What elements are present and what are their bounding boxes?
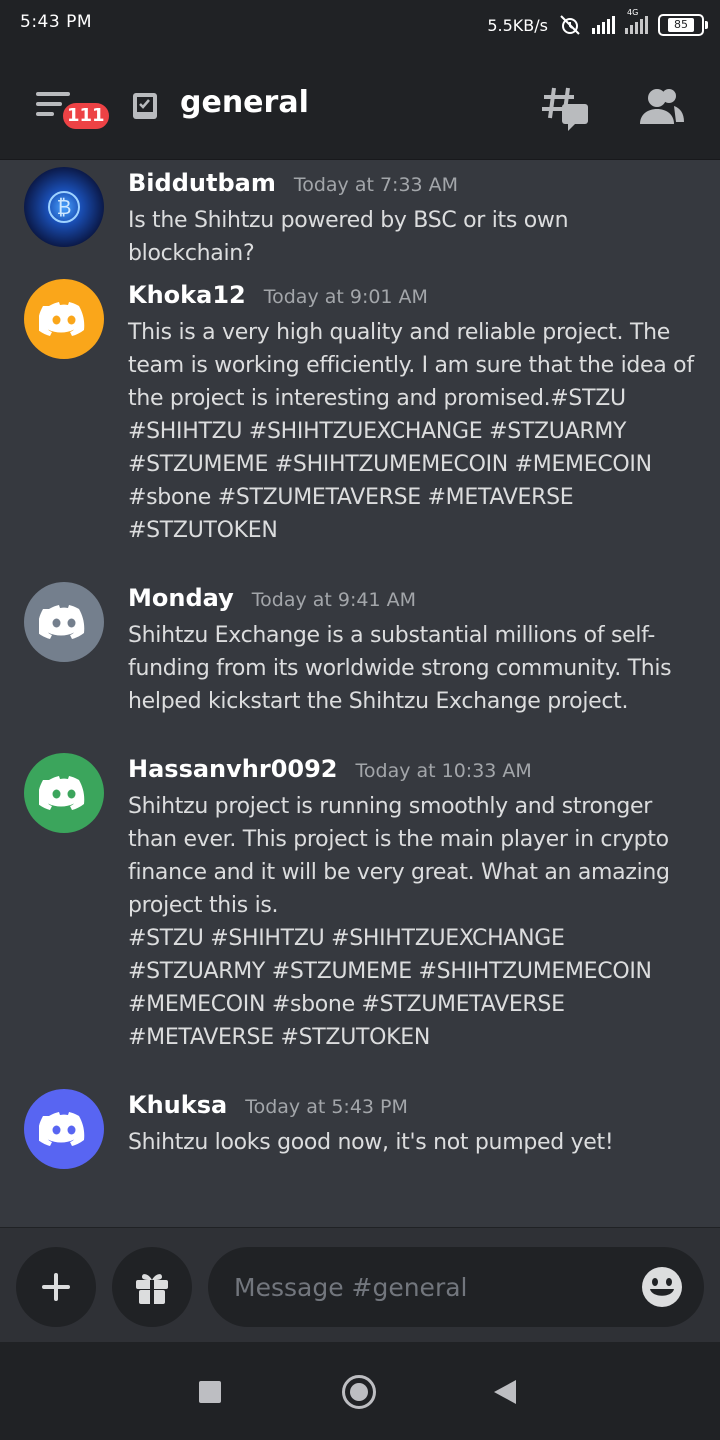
channel-header: 111 general — [0, 52, 720, 160]
username[interactable]: Khoka12 — [128, 281, 246, 309]
avatar[interactable] — [24, 582, 104, 662]
svg-text:₿: ₿ — [57, 195, 72, 219]
timestamp: Today at 10:33 AM — [355, 760, 532, 782]
avatar[interactable] — [24, 1089, 104, 1169]
rules-channel-icon — [133, 93, 157, 119]
message-composer — [0, 1227, 720, 1342]
channel-title: general — [180, 85, 309, 120]
signal-4g-icon: 4G — [625, 8, 648, 34]
message-list[interactable]: ₿ Biddutbam Today at 7:33 AM Is the Shih… — [0, 161, 720, 1227]
message-content: Shihtzu project is running smoothly and … — [128, 794, 670, 1050]
plus-icon — [42, 1273, 70, 1301]
discord-logo-icon — [39, 605, 85, 639]
username[interactable]: Khuksa — [128, 1091, 227, 1119]
timestamp: Today at 5:43 PM — [245, 1096, 408, 1118]
battery-level: 85 — [668, 18, 694, 32]
avatar[interactable] — [24, 279, 104, 359]
alarm-off-icon — [560, 15, 580, 35]
message-content: This is a very high quality and reliable… — [128, 320, 694, 543]
menu-button[interactable]: 111 — [36, 88, 112, 138]
timestamp: Today at 9:41 AM — [251, 589, 416, 611]
add-attachment-button[interactable] — [16, 1247, 96, 1327]
threads-icon — [542, 87, 588, 131]
message-input[interactable] — [208, 1247, 704, 1327]
home-button[interactable] — [342, 1375, 376, 1409]
timestamp: Today at 9:01 AM — [263, 286, 428, 308]
status-bar: 5:43 PM 5.5KB/s 4G 85 — [0, 0, 720, 52]
discord-logo-icon — [39, 302, 85, 336]
gift-icon — [136, 1274, 168, 1304]
members-button[interactable] — [634, 84, 686, 132]
username[interactable]: Hassanvhr0092 — [128, 755, 338, 783]
discord-logo-icon — [39, 776, 85, 810]
emoji-icon — [642, 1267, 682, 1307]
message-content: Is the Shihtzu powered by BSC or its own… — [128, 208, 569, 266]
message-content: Shihtzu Exchange is a substantial millio… — [128, 623, 672, 714]
network-speed: 5.5KB/s — [487, 15, 548, 35]
unread-badge: 111 — [60, 100, 112, 132]
threads-button[interactable] — [540, 84, 592, 132]
signal-icon — [592, 16, 615, 34]
avatar[interactable]: ₿ — [24, 167, 104, 247]
gift-button[interactable] — [112, 1247, 192, 1327]
battery-icon: 85 — [658, 14, 708, 36]
status-time: 5:43 PM — [20, 12, 92, 32]
message-content: Shihtzu looks good now, it's not pumped … — [128, 1130, 614, 1155]
discord-logo-icon — [39, 1112, 85, 1146]
system-nav-bar — [0, 1342, 720, 1440]
avatar[interactable] — [24, 753, 104, 833]
back-button[interactable] — [494, 1380, 516, 1404]
username[interactable]: Monday — [128, 584, 234, 612]
emoji-button[interactable] — [640, 1265, 684, 1309]
recent-apps-button[interactable] — [199, 1381, 221, 1403]
members-icon — [640, 89, 684, 124]
username[interactable]: Biddutbam — [128, 169, 276, 197]
timestamp: Today at 7:33 AM — [293, 174, 459, 196]
status-icons: 5.5KB/s 4G 85 — [487, 8, 708, 40]
bitcoin-logo-icon: ₿ — [48, 191, 80, 223]
